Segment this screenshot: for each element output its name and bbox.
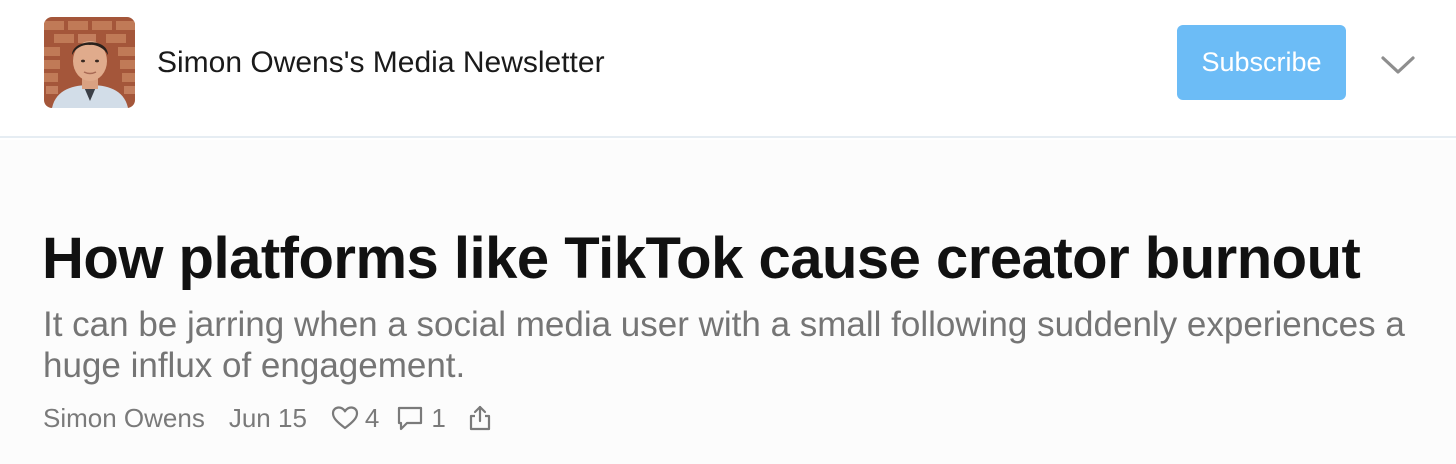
publication-header: Simon Owens's Media Newsletter Subscribe [0,0,1456,138]
post-meta: Simon Owens Jun 15 4 1 [43,398,492,438]
comment-button[interactable]: 1 [395,402,446,434]
author-name[interactable]: Simon Owens [43,403,205,434]
post-date: Jun 15 [228,402,307,433]
like-count: 4 [364,402,380,433]
comment-icon [395,404,425,432]
chevron-down-icon[interactable] [1378,48,1418,80]
heart-icon [331,405,359,431]
avatar[interactable] [44,17,135,108]
avatar-photo [44,17,135,108]
publication-name[interactable]: Simon Owens's Media Newsletter [157,44,605,82]
comment-count: 1 [431,402,446,433]
post-title[interactable]: How platforms like TikTok cause creator … [42,224,1361,294]
share-icon [468,404,492,432]
post-subtitle: It can be jarring when a social media us… [43,305,1405,385]
like-button[interactable]: 4 [331,403,379,434]
post-preview: How platforms like TikTok cause creator … [0,140,1456,464]
share-button[interactable] [468,404,492,432]
subscribe-button[interactable]: Subscribe [1177,25,1346,100]
